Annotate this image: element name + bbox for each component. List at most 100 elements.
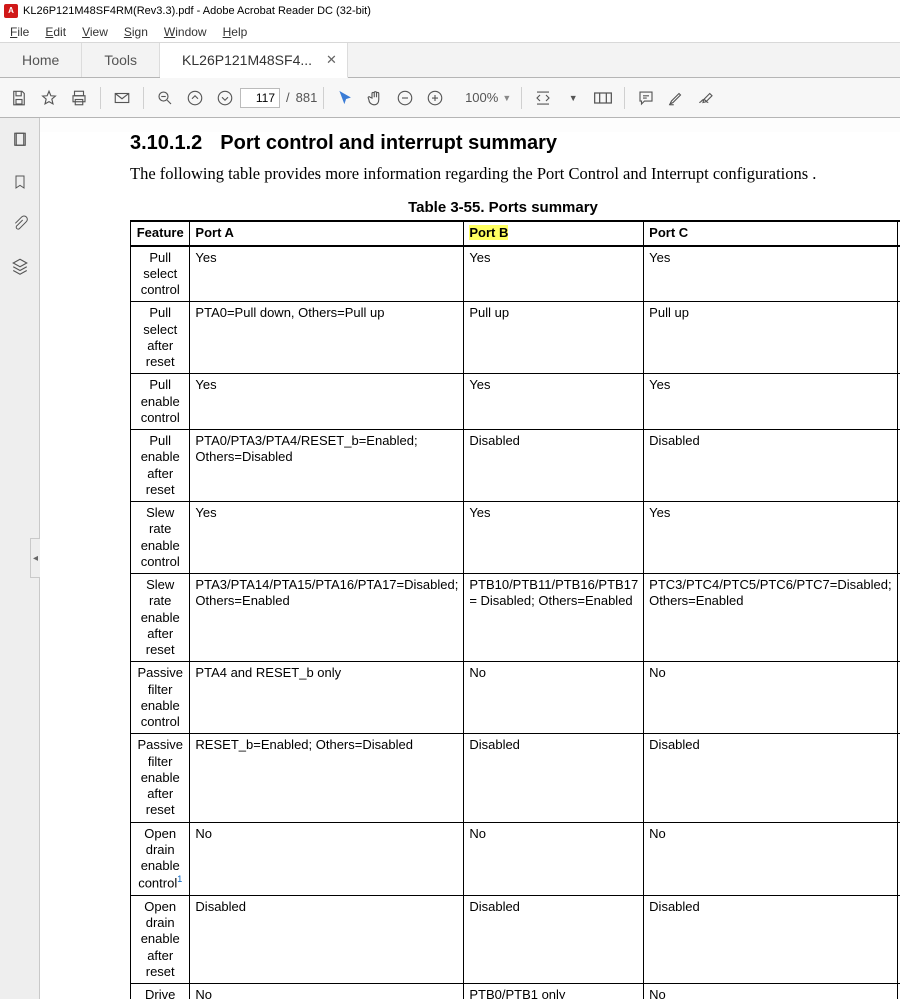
highlight: Port B bbox=[469, 225, 508, 240]
close-icon[interactable]: ✕ bbox=[326, 52, 337, 68]
cell-feature: Pull select control bbox=[131, 246, 190, 302]
cell-port-c: Yes bbox=[644, 374, 897, 430]
highlight-icon[interactable] bbox=[661, 83, 691, 113]
cell-port-a: Disabled bbox=[190, 895, 464, 983]
thumbnails-icon[interactable] bbox=[8, 128, 32, 152]
page-current-input[interactable] bbox=[240, 88, 280, 108]
pdf-page: 3.10.1.2 Port control and interrupt summa… bbox=[40, 132, 900, 999]
table-row: Pull select after resetPTA0=Pull down, O… bbox=[131, 302, 900, 374]
cell-feature: Slew rate enable after reset bbox=[131, 574, 190, 662]
window-title: KL26P121M48SF4RM(Rev3.3).pdf - Adobe Acr… bbox=[23, 5, 371, 17]
chevron-down-icon[interactable]: ▼ bbox=[502, 93, 511, 103]
zoom-in-icon[interactable] bbox=[420, 83, 450, 113]
menu-view[interactable]: View bbox=[74, 23, 116, 41]
menu-window[interactable]: Window bbox=[156, 23, 215, 41]
ports-summary-table: Feature Port A Port B Port C Port D Port… bbox=[130, 220, 900, 999]
navigation-pane: ◂ bbox=[0, 118, 40, 999]
toolbar-separator bbox=[100, 87, 101, 109]
cell-port-c: Yes bbox=[644, 246, 897, 302]
collapse-handle[interactable]: ◂ bbox=[30, 538, 40, 578]
page-separator: / bbox=[286, 90, 290, 105]
sign-pen-icon[interactable] bbox=[691, 83, 721, 113]
cell-feature: Passive filter enable control bbox=[131, 662, 190, 734]
toolbar: / 881 100% ▼ ▼ bbox=[0, 78, 900, 118]
cell-port-a: PTA0/PTA3/PTA4/RESET_b=Enabled; Others=D… bbox=[190, 430, 464, 502]
bookmark-icon[interactable] bbox=[8, 170, 32, 194]
col-port-a: Port A bbox=[190, 221, 464, 245]
fit-width-icon[interactable] bbox=[528, 83, 558, 113]
cell-feature: Pull enable after reset bbox=[131, 430, 190, 502]
cell-port-a: Yes bbox=[190, 374, 464, 430]
table-row: Passive filter enable controlPTA4 and RE… bbox=[131, 662, 900, 734]
cell-port-c: Disabled bbox=[644, 430, 897, 502]
table-row: Pull enable after resetPTA0/PTA3/PTA4/RE… bbox=[131, 430, 900, 502]
cell-port-b: No bbox=[464, 822, 644, 895]
window-titlebar: A KL26P121M48SF4RM(Rev3.3).pdf - Adobe A… bbox=[0, 0, 900, 22]
col-port-c: Port C bbox=[644, 221, 897, 245]
cell-port-b: Yes bbox=[464, 502, 644, 574]
cell-port-a: PTA3/PTA14/PTA15/PTA16/PTA17=Disabled; O… bbox=[190, 574, 464, 662]
table-row: Open drain enable control1NoNoNoNoNo bbox=[131, 822, 900, 895]
page-number-group: / 881 bbox=[240, 88, 317, 108]
col-port-b: Port B bbox=[464, 221, 644, 245]
cell-port-b: Yes bbox=[464, 374, 644, 430]
toolbar-separator bbox=[624, 87, 625, 109]
cell-feature: Open drain enable control1 bbox=[131, 822, 190, 895]
select-arrow-icon[interactable] bbox=[330, 83, 360, 113]
tab-document[interactable]: KL26P121M48SF4... ✕ bbox=[160, 43, 348, 78]
menu-help[interactable]: Help bbox=[215, 23, 256, 41]
cell-feature: Pull enable control bbox=[131, 374, 190, 430]
document-viewport[interactable]: 3.10.1.2 Port control and interrupt summa… bbox=[40, 118, 900, 999]
cell-feature: Pull select after reset bbox=[131, 302, 190, 374]
cell-port-b: Pull up bbox=[464, 302, 644, 374]
cell-port-c: PTC3/PTC4/PTC5/PTC6/PTC7=Disabled; Other… bbox=[644, 574, 897, 662]
print-icon[interactable] bbox=[64, 83, 94, 113]
zoom-level-group[interactable]: 100% ▼ bbox=[450, 90, 515, 105]
cell-port-a: Yes bbox=[190, 502, 464, 574]
star-icon[interactable] bbox=[34, 83, 64, 113]
read-mode-icon[interactable] bbox=[588, 83, 618, 113]
table-row: Slew rate enable after resetPTA3/PTA14/P… bbox=[131, 574, 900, 662]
cell-port-b: Disabled bbox=[464, 430, 644, 502]
page-up-icon[interactable] bbox=[180, 83, 210, 113]
mail-icon[interactable] bbox=[107, 83, 137, 113]
section-number: 3.10.1.2 bbox=[130, 132, 202, 154]
table-row: Pull select controlYesYesYesYesYes bbox=[131, 246, 900, 302]
cell-port-a: PTA0=Pull down, Others=Pull up bbox=[190, 302, 464, 374]
page-down-icon[interactable] bbox=[210, 83, 240, 113]
cell-port-a: PTA4 and RESET_b only bbox=[190, 662, 464, 734]
page-total: 881 bbox=[296, 90, 318, 105]
zoom-out-icon[interactable] bbox=[390, 83, 420, 113]
table-row: Pull enable controlYesYesYesYesYes bbox=[131, 374, 900, 430]
menu-edit[interactable]: Edit bbox=[37, 23, 74, 41]
hand-pan-icon[interactable] bbox=[360, 83, 390, 113]
main-area: ◂ 3.10.1.2 Port control and interrupt sum… bbox=[0, 118, 900, 999]
zoom-out-find-icon[interactable] bbox=[150, 83, 180, 113]
cell-feature: Passive filter enable after reset bbox=[131, 734, 190, 822]
table-caption: Table 3-55. Ports summary bbox=[130, 199, 876, 216]
table-header-row: Feature Port A Port B Port C Port D Port… bbox=[131, 221, 900, 245]
zoom-value: 100% bbox=[454, 90, 498, 105]
save-icon[interactable] bbox=[4, 83, 34, 113]
chevron-down-icon[interactable]: ▼ bbox=[558, 83, 588, 113]
cell-port-c: Pull up bbox=[644, 302, 897, 374]
menu-file[interactable]: File bbox=[2, 23, 37, 41]
cell-port-c: No bbox=[644, 822, 897, 895]
cell-feature: Open drain enable after reset bbox=[131, 895, 190, 983]
menu-sign[interactable]: Sign bbox=[116, 23, 156, 41]
cell-port-b: PTB10/PTB11/PTB16/PTB17 = Disabled; Othe… bbox=[464, 574, 644, 662]
tab-home[interactable]: Home bbox=[0, 43, 82, 77]
cell-port-c: Yes bbox=[644, 502, 897, 574]
comment-icon[interactable] bbox=[631, 83, 661, 113]
pdf-app-icon: A bbox=[4, 4, 18, 18]
layers-icon[interactable] bbox=[8, 254, 32, 278]
section-title: Port control and interrupt summary bbox=[220, 132, 557, 154]
cell-port-b: No bbox=[464, 662, 644, 734]
cell-port-b: Disabled bbox=[464, 734, 644, 822]
attachment-icon[interactable] bbox=[8, 212, 32, 236]
tab-tools[interactable]: Tools bbox=[82, 43, 160, 77]
cell-port-b: Disabled bbox=[464, 895, 644, 983]
cell-feature: Slew rate enable control bbox=[131, 502, 190, 574]
cell-port-c: Disabled bbox=[644, 895, 897, 983]
cell-port-b: PTB0/PTB1 only bbox=[464, 984, 644, 999]
